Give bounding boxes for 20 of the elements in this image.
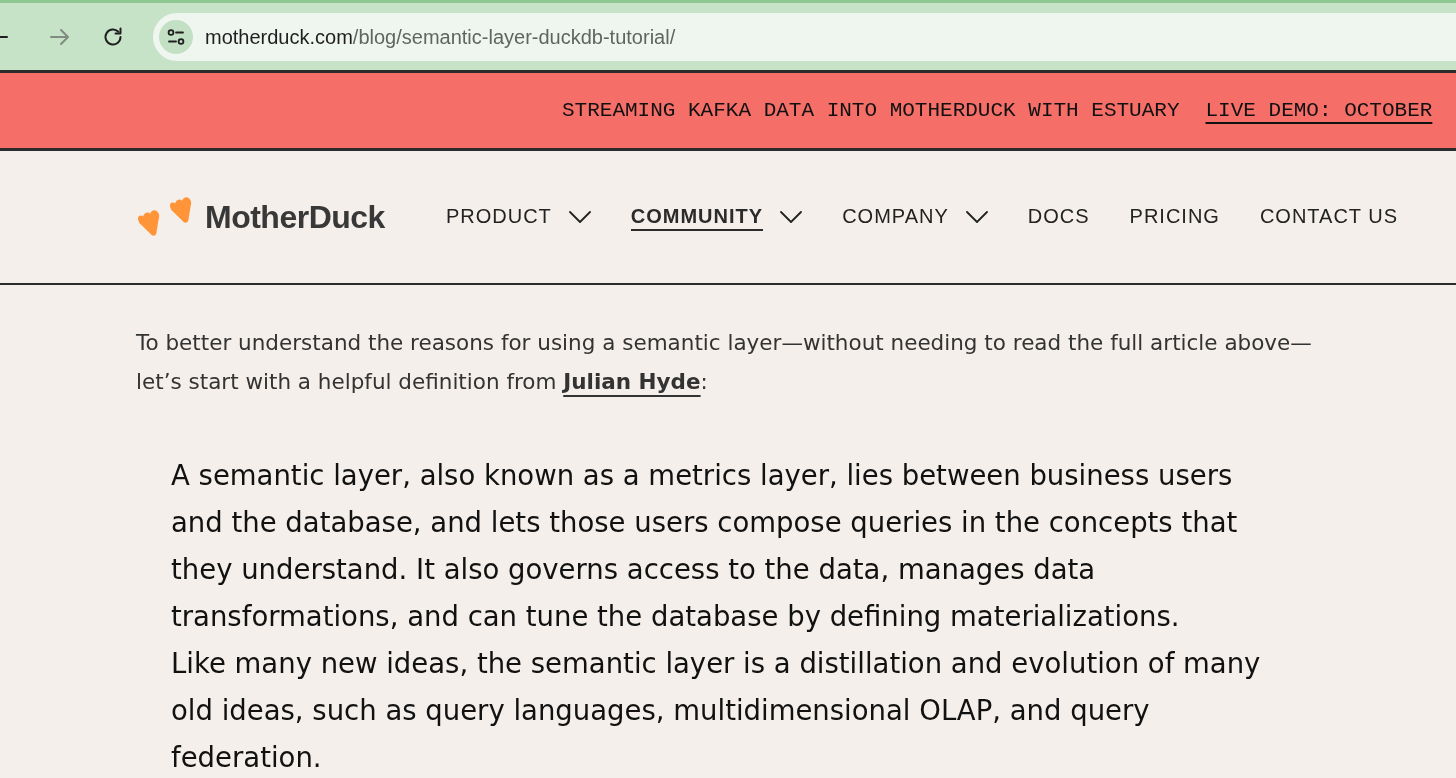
nav-link[interactable]: COMMUNITY xyxy=(630,203,764,231)
address-field[interactable]: motherduck.com/blog/semantic-layer-duckdb-tutorial/ xyxy=(153,12,1456,61)
banner-text: STREAMING KAFKA DATA INTO MOTHERDUCK WITH ESTUARY xyxy=(562,97,1180,124)
nav-link[interactable]: PRICING xyxy=(1129,203,1220,231)
nav-link[interactable]: COMPANY xyxy=(842,203,949,231)
quote-paragraph: A semantic layer, also known as a metrics layer, lies between business users and the database, and lets those users compose queries in the concepts that they understand. It also governs access to the data, manages data transformations, and can tune the database by defining materializations. xyxy=(171,458,1239,634)
reload-icon[interactable] xyxy=(103,26,123,47)
site-settings-icon[interactable] xyxy=(159,19,193,54)
logo-text[interactable]: MotherDuck xyxy=(205,193,385,241)
nav-link[interactable]: CONTACT US xyxy=(1259,203,1399,231)
url-text: motherduck.com/blog/semantic-layer-duckdb-tutorial/ xyxy=(205,24,676,50)
nav-link[interactable]: PRODUCT xyxy=(445,203,552,231)
chevron-down-icon xyxy=(780,211,803,223)
chevron-down-icon xyxy=(568,211,591,223)
intro-paragraph: To better understand the reasons for using a semantic layer—without needing to read the full article above—let’s start with a helpful definition from Julian Hyde: xyxy=(136,329,1313,396)
nav-link[interactable]: DOCS xyxy=(1027,203,1090,231)
banner-link[interactable]: LIVE DEMO: OCTOBER xyxy=(1205,94,1433,127)
chevron-down-icon xyxy=(965,211,988,223)
quote-paragraph: Like many new ideas, the semantic layer is a distillation and evolution of many old ideas, such as query languages, multidimensional OLAP, and query federation. xyxy=(171,646,1262,775)
author-link[interactable]: Julian Hyde xyxy=(563,369,701,394)
